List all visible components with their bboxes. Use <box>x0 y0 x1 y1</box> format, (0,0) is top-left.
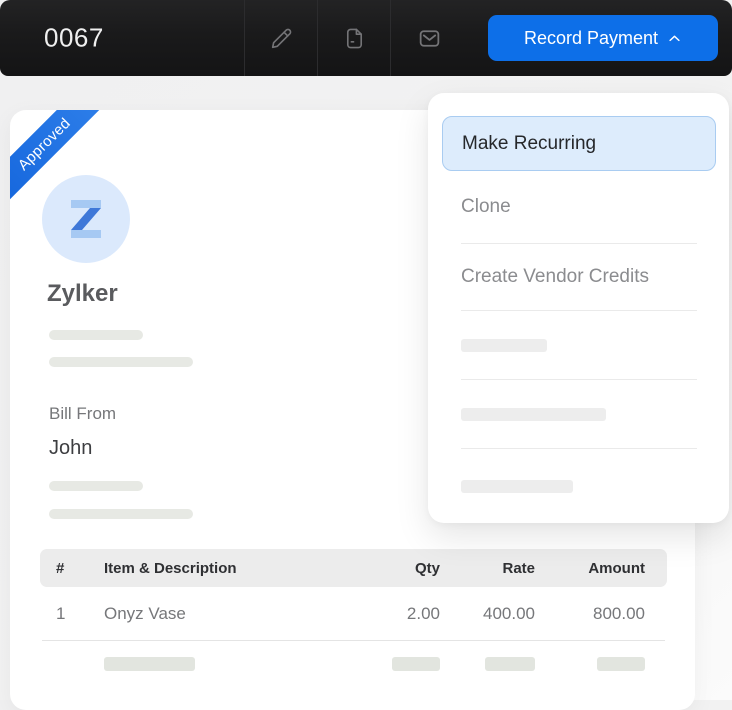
placeholder-bar <box>461 480 573 493</box>
placeholder-bar <box>461 339 547 352</box>
bill-from-value: John <box>49 437 92 460</box>
menu-item-make-recurring[interactable]: Make Recurring <box>442 116 716 171</box>
column-header-index: # <box>56 560 104 577</box>
column-header-rate: Rate <box>440 560 535 577</box>
menu-item-placeholder[interactable] <box>461 311 697 380</box>
placeholder-bar <box>49 509 193 519</box>
vendor-name: Zylker <box>47 280 118 308</box>
menu-item-placeholder[interactable] <box>461 380 697 449</box>
placeholder-bar <box>49 357 193 367</box>
placeholder-bar <box>485 657 535 671</box>
chevron-up-icon <box>667 31 682 46</box>
menu-item-create-vendor-credits[interactable]: Create Vendor Credits <box>461 244 697 311</box>
pencil-icon <box>270 27 293 50</box>
table-row: 1 Onyz Vase 2.00 400.00 800.00 <box>40 587 667 640</box>
bill-from-label: Bill From <box>49 404 116 424</box>
record-payment-label: Record Payment <box>524 28 658 49</box>
placeholder-bar <box>597 657 645 671</box>
record-payment-dropdown-menu: Make Recurring Clone Create Vendor Credi… <box>428 93 729 523</box>
vendor-avatar <box>42 175 130 263</box>
cell-item-description: Onyz Vase <box>104 604 350 624</box>
record-payment-button[interactable]: Record Payment <box>488 15 718 61</box>
column-header-item: Item & Description <box>104 560 350 577</box>
pdf-button[interactable] <box>317 0 390 76</box>
column-header-amount: Amount <box>535 560 645 577</box>
cell-index: 1 <box>56 604 104 624</box>
table-header-row: # Item & Description Qty Rate Amount <box>40 549 667 587</box>
placeholder-bar <box>104 657 195 671</box>
placeholder-bar <box>461 408 606 421</box>
menu-item-clone[interactable]: Clone <box>461 171 697 244</box>
cell-amount: 800.00 <box>535 604 645 624</box>
placeholder-bar <box>49 481 143 491</box>
menu-item-placeholder[interactable] <box>461 449 697 523</box>
email-button[interactable] <box>390 0 468 76</box>
column-header-qty: Qty <box>350 560 440 577</box>
placeholder-bar <box>392 657 440 671</box>
cell-rate: 400.00 <box>440 604 535 624</box>
line-items-table: # Item & Description Qty Rate Amount 1 O… <box>40 549 667 671</box>
table-placeholder-row <box>40 641 667 671</box>
bill-number: 0067 <box>44 23 104 54</box>
edit-button[interactable] <box>244 0 317 76</box>
placeholder-bar <box>49 330 143 340</box>
mail-icon <box>417 26 442 51</box>
cell-qty: 2.00 <box>350 604 440 624</box>
vendor-logo-z-icon <box>71 200 101 238</box>
file-icon <box>343 27 366 50</box>
bill-toolbar: 0067 Record Payment <box>0 0 732 76</box>
